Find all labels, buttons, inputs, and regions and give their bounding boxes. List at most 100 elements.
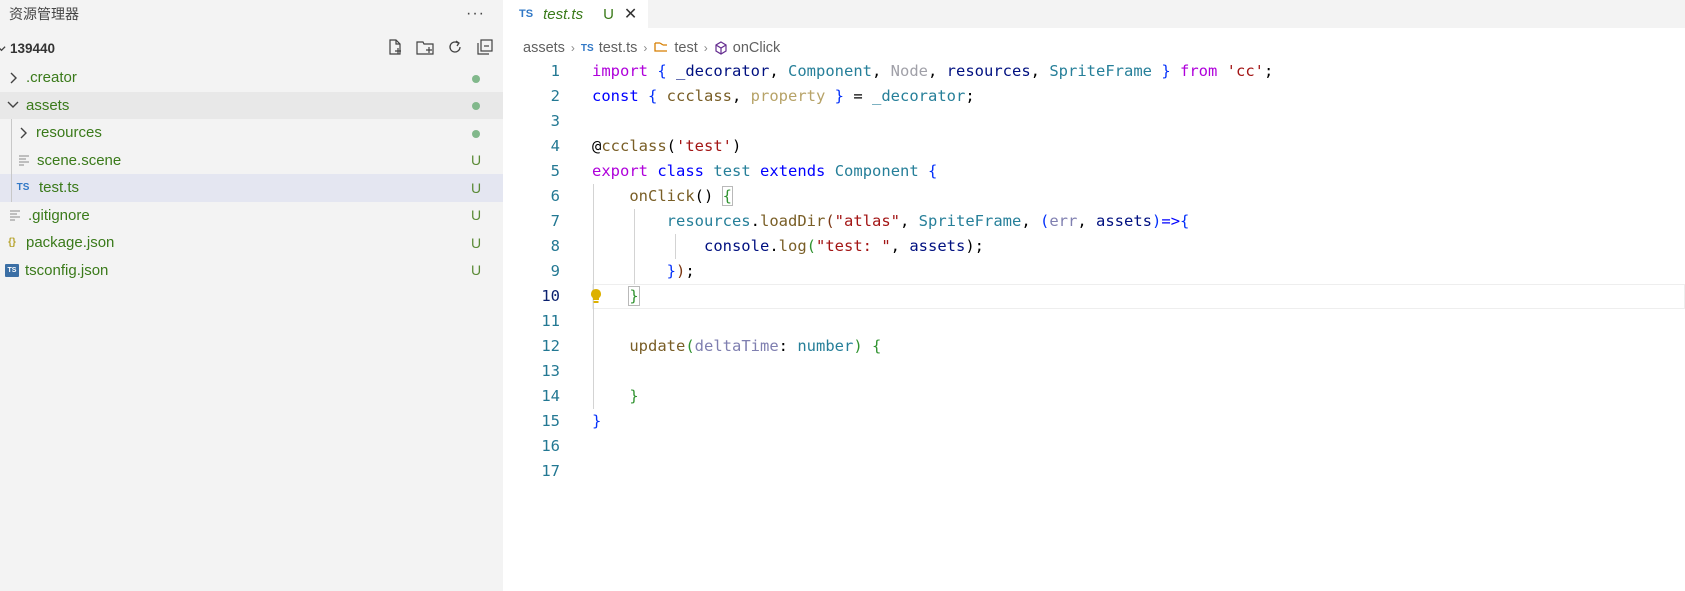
tree-item-resources[interactable]: resources [0, 119, 503, 147]
code-text: const { ccclass, property } = _decorator… [592, 87, 975, 105]
breadcrumb: assets › TS test.ts › test › onClick [503, 37, 1685, 59]
indent-guide [11, 146, 12, 174]
line-number: 8 [550, 237, 560, 255]
git-status-badge: U [470, 179, 482, 196]
current-line-highlight [592, 284, 1685, 309]
chevron-right-icon [15, 125, 31, 141]
code-line: 3 [503, 109, 1685, 134]
code-line-current: 10 } [503, 284, 1685, 309]
tree-item-label: assets [26, 96, 70, 114]
code-line: 12 update(deltaTime: number) { [503, 334, 1685, 359]
breadcrumb-item-class[interactable]: test [674, 40, 697, 56]
code-line: 6 onClick() { [503, 184, 1685, 209]
tab-label: test.ts [543, 5, 584, 23]
file-tree: .creator assets resources scene.scene U … [0, 64, 503, 284]
tree-item-label: scene.scene [37, 151, 122, 169]
line-number: 13 [541, 362, 560, 380]
method-symbol-icon [714, 41, 728, 55]
line-number: 7 [550, 212, 560, 230]
more-actions-icon[interactable]: ··· [466, 5, 485, 23]
line-number: 9 [550, 262, 560, 280]
tab-test-ts[interactable]: TS test.ts U ✕ [503, 0, 648, 28]
tree-item-creator[interactable]: .creator [0, 64, 503, 92]
git-status-dot [470, 125, 482, 141]
line-number: 1 [550, 62, 560, 80]
code-line: 11 [503, 309, 1685, 334]
tsconfig-file-icon: TS [5, 263, 19, 277]
tab-git-status: U [603, 5, 614, 23]
workspace-root[interactable]: 139440 [0, 37, 503, 59]
git-status-badge: U [470, 234, 482, 251]
tree-item-assets[interactable]: assets [0, 91, 503, 119]
code-text: } [628, 286, 640, 306]
git-status-badge: U [470, 207, 482, 224]
file-lines-icon [8, 208, 22, 222]
git-status-dot [470, 97, 482, 113]
json-file-icon: {} [8, 237, 16, 249]
line-number: 10 [541, 287, 560, 305]
chevron-right-icon: › [570, 41, 575, 55]
code-text: }); [666, 262, 695, 280]
line-number: 6 [550, 187, 560, 205]
breadcrumb-item-file[interactable]: test.ts [599, 40, 638, 56]
code-line: 17 [503, 459, 1685, 484]
code-line: 16 [503, 434, 1685, 459]
close-icon[interactable]: ✕ [624, 4, 637, 24]
line-number: 16 [541, 437, 560, 455]
explorer-header: 资源管理器 ··· [0, 0, 503, 28]
chevron-right-icon: › [703, 41, 708, 55]
tree-item-package-json[interactable]: {} package.json U [0, 229, 503, 257]
line-number: 15 [541, 412, 560, 430]
breadcrumb-item-method[interactable]: onClick [733, 40, 781, 56]
chevron-down-icon [5, 97, 21, 113]
code-text: @ccclass('test') [592, 137, 742, 155]
code-line: 7 resources.loadDir("atlas", SpriteFrame… [503, 209, 1685, 234]
code-line: 1 import { _decorator, Component, Node, r… [503, 59, 1685, 84]
tree-item-gitignore[interactable]: .gitignore U [0, 202, 503, 230]
code-line: 14 } [503, 384, 1685, 409]
code-line: 13 [503, 359, 1685, 384]
typescript-file-icon: TS [580, 42, 594, 54]
tree-item-scene[interactable]: scene.scene U [0, 146, 503, 174]
code-line: 4 @ccclass('test') [503, 134, 1685, 159]
tree-item-label: package.json [26, 234, 115, 252]
line-number: 11 [541, 312, 560, 330]
breadcrumb-item-folder[interactable]: assets [523, 40, 565, 56]
chevron-right-icon: › [643, 41, 648, 55]
file-lines-icon [17, 153, 31, 167]
tree-item-label: resources [36, 124, 102, 142]
explorer-title: 资源管理器 [9, 6, 79, 22]
code-line: 5 export class test extends Component { [503, 159, 1685, 184]
indent-guide [11, 174, 12, 202]
tree-item-test-ts[interactable]: TS test.ts U [0, 174, 503, 202]
explorer-actions [385, 37, 495, 57]
code-text: update(deltaTime: number) { [629, 337, 882, 355]
line-number: 2 [550, 87, 560, 105]
editor-area: TS test.ts U ✕ assets › TS test.ts › tes… [503, 0, 1685, 591]
line-number: 5 [550, 162, 560, 180]
indent-guide [11, 119, 12, 147]
chevron-down-icon [0, 45, 6, 51]
tab-bar: TS test.ts U ✕ [503, 0, 1685, 28]
refresh-icon[interactable] [445, 37, 465, 57]
git-status-badge: U [470, 262, 482, 279]
code-text: resources.loadDir("atlas", SpriteFrame, … [666, 212, 1190, 230]
code-line: 2 const { ccclass, property } = _decorato… [503, 84, 1685, 109]
code-text: } [592, 412, 602, 430]
workspace-root-label: 139440 [10, 40, 56, 56]
tree-item-label: .gitignore [28, 206, 90, 224]
line-number: 3 [550, 112, 560, 130]
new-file-icon[interactable] [385, 37, 405, 57]
code-line: 9 }); [503, 259, 1685, 284]
new-folder-icon[interactable] [415, 37, 435, 57]
code-text: onClick() { [629, 186, 734, 206]
tree-item-label: .creator [26, 69, 77, 87]
tree-item-tsconfig[interactable]: TS tsconfig.json U [0, 257, 503, 285]
line-number: 17 [541, 462, 560, 480]
code-editor[interactable]: 1 import { _decorator, Component, Node, r… [503, 59, 1685, 484]
code-line: 15} [503, 409, 1685, 434]
line-number: 12 [541, 337, 560, 355]
code-text: import { _decorator, Component, Node, re… [592, 62, 1274, 80]
collapse-all-icon[interactable] [475, 37, 495, 57]
code-line: 8 console.log("test: ", assets); [503, 234, 1685, 259]
